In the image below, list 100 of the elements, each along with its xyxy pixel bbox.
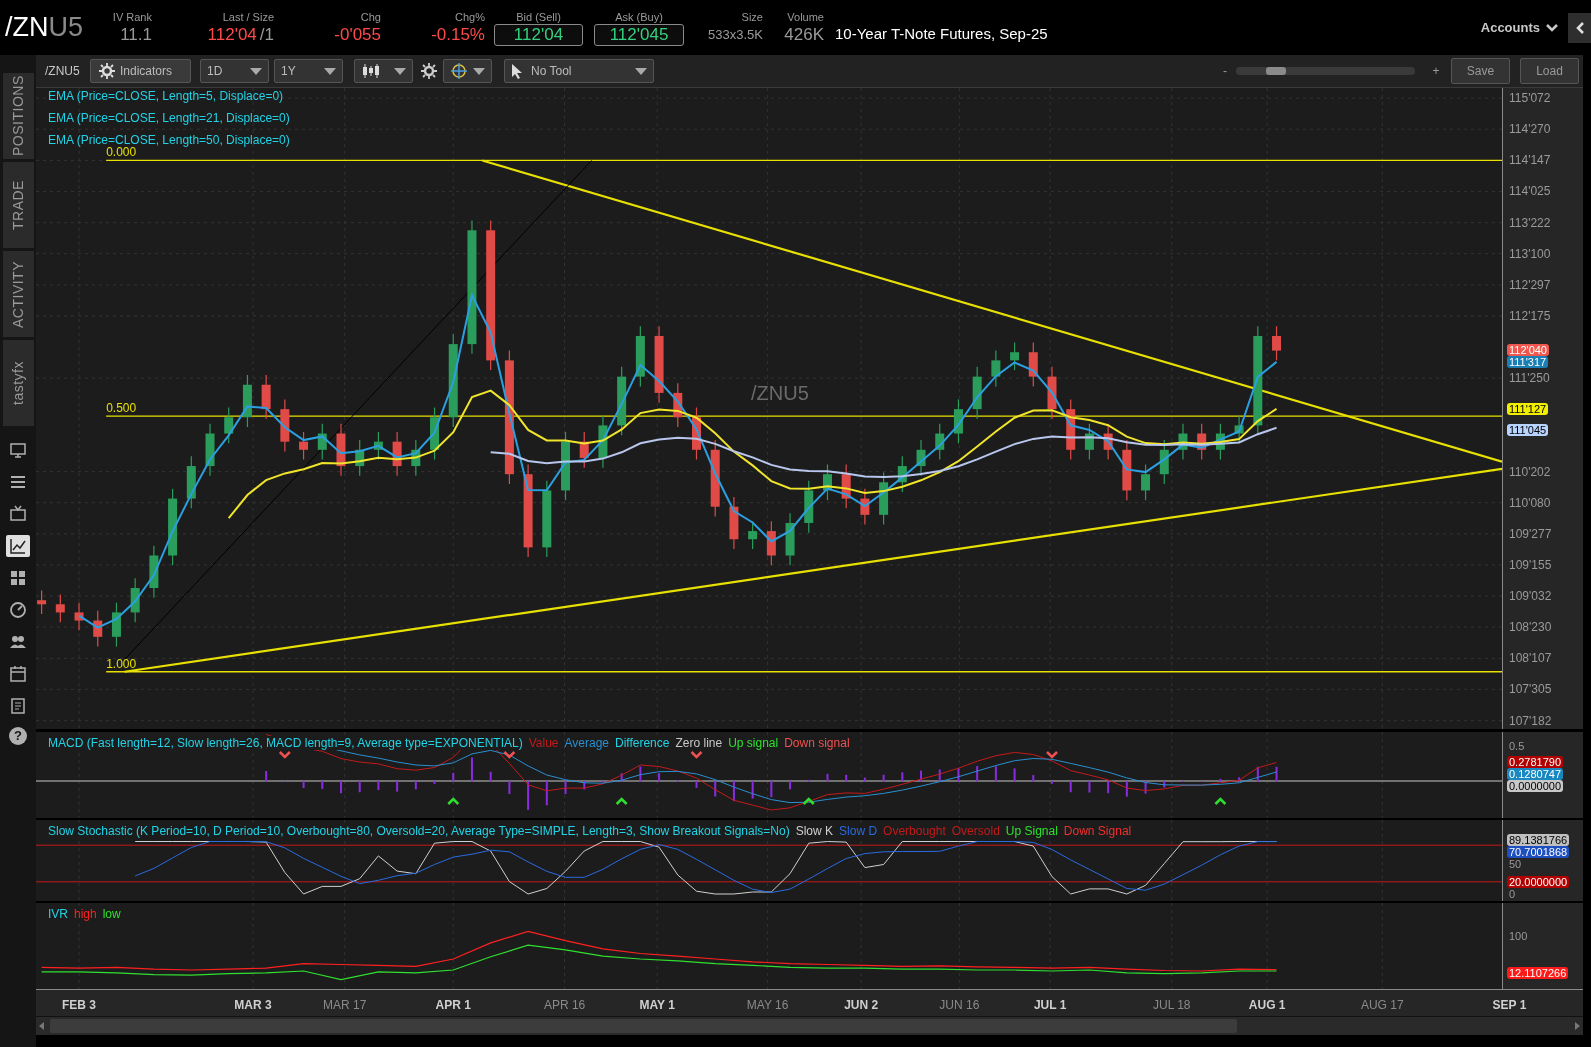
legend-item: Up signal <box>728 736 779 750</box>
watermark-text: /ZNU5 <box>751 381 809 406</box>
price-axis-label: 114'147 <box>1509 153 1551 168</box>
tool-dropdown[interactable]: No Tool <box>504 59 654 83</box>
symbol-root: /ZN <box>5 14 49 41</box>
quote-value: 426K <box>784 23 824 46</box>
quote-value-box: 112'04 <box>494 23 583 46</box>
date-axis-label: JUL 18 <box>1152 997 1191 1014</box>
price-axis-label: 113'100 <box>1509 246 1551 261</box>
study-legend: EMA (Price=CLOSE, Length=21, Displace=0) <box>48 111 290 125</box>
date-axis-label: APR 1 <box>435 997 471 1014</box>
price-axis-label: 109'277 <box>1509 526 1552 541</box>
date-axis-label: AUG 17 <box>1360 997 1404 1014</box>
quote-value: -0.15% <box>431 23 485 46</box>
price-axis-label: 109'032 <box>1509 589 1552 604</box>
price-axis-label: 111'250 <box>1509 371 1550 386</box>
date-axis-label: MAY 1 <box>639 997 675 1014</box>
date-axis-label: JUL 1 <box>1033 997 1067 1014</box>
legend-item: Up Signal <box>1005 824 1058 838</box>
quote-value: 11.1 <box>120 23 152 46</box>
field-label: Ask (Buy) <box>615 9 663 24</box>
legend-item: low <box>102 907 121 921</box>
study-legend: EMA (Price=CLOSE, Length=50, Displace=0) <box>48 133 290 147</box>
field-label: Bid (Sell) <box>516 9 561 24</box>
field-label: Chg <box>360 9 381 24</box>
date-axis-label: APR 16 <box>543 997 586 1014</box>
price-axis-label: 112'175 <box>1509 308 1551 323</box>
date-axis-label: MAR 3 <box>234 997 272 1014</box>
symbol-month: U5 <box>48 14 83 41</box>
legend-item: Value <box>528 736 559 750</box>
value-tag: 0.2781790 <box>1507 755 1563 768</box>
save-button[interactable]: Save <box>1451 58 1510 84</box>
price-axis-label: 107'305 <box>1509 682 1552 697</box>
value-tag: 112'040 <box>1507 344 1549 357</box>
zoom-in-button[interactable]: + <box>1431 62 1441 80</box>
date-axis-label: FEB 3 <box>62 997 97 1014</box>
field-label: Chg% <box>455 9 485 24</box>
value-tag: 20.0000000 <box>1507 875 1570 888</box>
value-tag: 111'045 <box>1507 424 1549 437</box>
value-tag: 89.1381766 <box>1507 833 1570 846</box>
study-legend: EMA (Price=CLOSE, Length=5, Displace=0) <box>48 89 284 103</box>
price-axis-label: 112'297 <box>1509 277 1551 292</box>
price-axis-label: 114'025 <box>1509 184 1551 199</box>
legend-item: Difference <box>615 736 670 750</box>
load-button[interactable]: Load <box>1520 58 1579 84</box>
side-tab[interactable]: ACTIVITY <box>2 251 34 337</box>
legend-item: Down signal <box>784 736 850 750</box>
quote-size: /1 <box>259 23 274 46</box>
axis-label: 0.5 <box>1509 740 1525 752</box>
value-tag: 12.1107266 <box>1507 967 1569 980</box>
price-axis-label: 108'230 <box>1509 620 1552 635</box>
zoom-out-button[interactable]: - <box>1220 62 1230 80</box>
legend-item: Overbought <box>883 824 946 838</box>
date-axis-label: JUN 2 <box>844 997 879 1014</box>
fibonacci-label: 1.000 <box>106 657 137 671</box>
aggregation-dropdown[interactable]: 1D <box>200 59 269 83</box>
legend-item: Average <box>564 736 609 750</box>
period-dropdown[interactable]: 1Y <box>274 59 343 83</box>
price-axis-label: 114'270 <box>1509 122 1551 137</box>
side-tab[interactable]: tastyfx <box>2 340 34 426</box>
price-axis-label: 109'155 <box>1509 557 1552 572</box>
legend-item: Zero line <box>675 736 723 750</box>
legend-item: Slow K <box>795 824 834 838</box>
date-axis-label: AUG 1 <box>1248 997 1286 1014</box>
price-axis-label: 115'072 <box>1509 91 1551 106</box>
legend-item: IVR <box>48 907 68 921</box>
side-tab[interactable]: TRADE <box>2 162 34 248</box>
legend-item: high <box>74 907 97 921</box>
price-axis-label: 113'222 <box>1509 215 1551 230</box>
price-axis-label: 110'202 <box>1509 464 1551 479</box>
quote-value: 533x3.5K <box>708 25 763 44</box>
legend-item: Slow Stochastic (K Period=10, D Period=10, Overbought=80, Oversold=20, Average Type=SIMPLE, Length=3, Show Breakout Signals=No) <box>48 824 790 838</box>
date-axis-label: MAY 16 <box>746 997 789 1014</box>
fibonacci-label: 0.500 <box>106 402 137 416</box>
quote-value: -0'055 <box>334 23 381 46</box>
price-axis-label: 107'182 <box>1509 713 1552 728</box>
field-label: IV Rank <box>112 9 152 24</box>
help-button[interactable]: ? <box>9 727 27 745</box>
value-tag: 111'317 <box>1507 356 1549 369</box>
price-axis-label: 110'080 <box>1509 495 1551 510</box>
value-tag: 111'127 <box>1507 403 1549 416</box>
date-axis-label: SEP 1 <box>1492 997 1527 1014</box>
axis-label: 100 <box>1509 930 1528 942</box>
axis-label: 0 <box>1509 888 1516 900</box>
instrument-description: 10-Year T-Note Futures, Sep-25 <box>835 24 1048 45</box>
field-label: Volume <box>787 9 824 24</box>
indicators-button[interactable]: Indicators <box>90 59 191 83</box>
legend-item: MACD (Fast length=12, Slow length=26, MACD length=9, Average type=EXPONENTIAL) <box>48 736 523 750</box>
legend-item: Oversold <box>951 824 1000 838</box>
field-label: Last / Size <box>222 9 274 24</box>
side-tab[interactable]: POSITIONS <box>2 73 34 159</box>
date-axis-label: JUN 16 <box>939 997 980 1014</box>
field-label: Size <box>741 9 763 24</box>
price-axis-label: 108'107 <box>1509 651 1552 666</box>
quote-value: 112'04 <box>207 23 257 46</box>
legend-item: Down Signal <box>1063 824 1132 838</box>
axis-label: 50 <box>1509 857 1522 870</box>
date-axis-label: MAR 17 <box>323 997 367 1014</box>
quote-value-box: 112'045 <box>594 23 684 46</box>
accounts-dropdown[interactable]: Accounts <box>1480 17 1558 38</box>
